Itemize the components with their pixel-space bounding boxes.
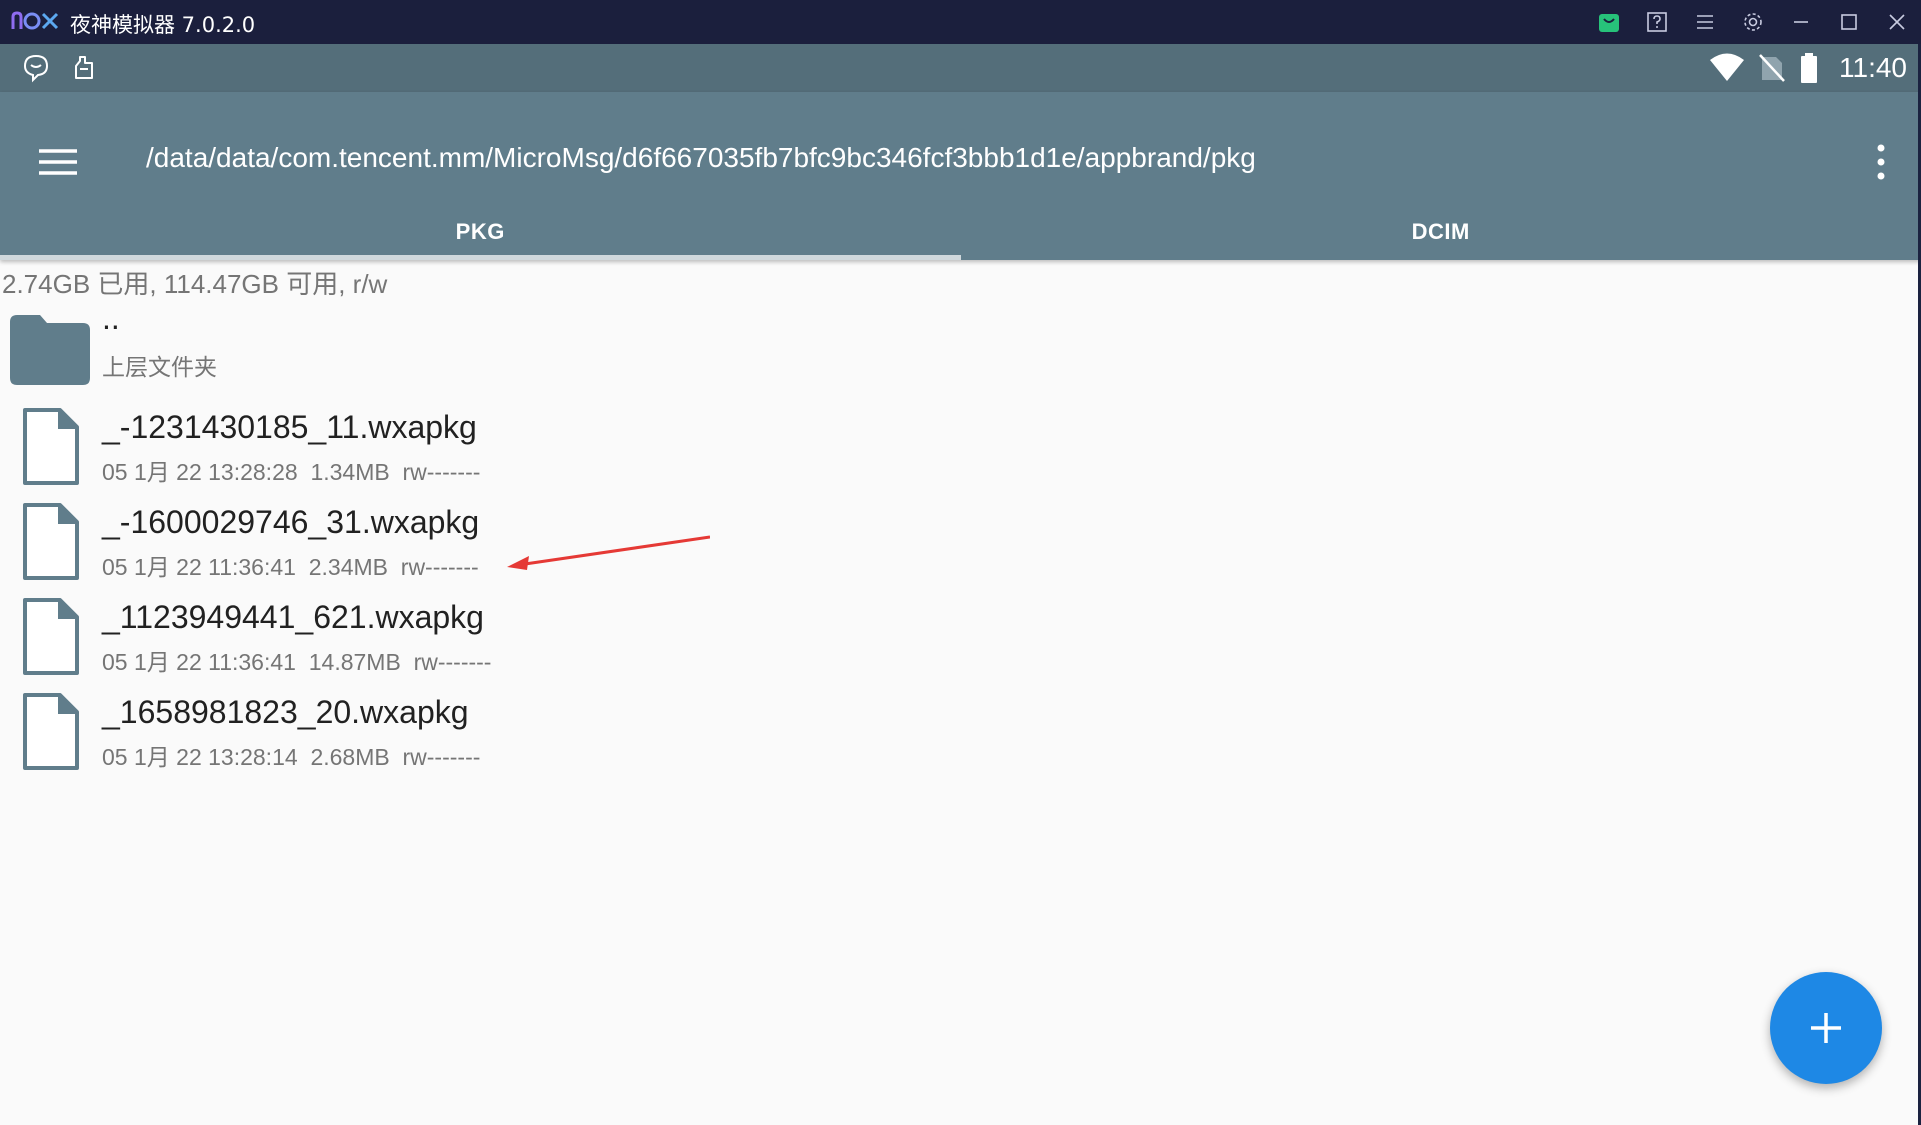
menu-icon[interactable] (1681, 0, 1729, 44)
titlebar-controls (1585, 0, 1921, 44)
file-icon (23, 693, 79, 770)
close-icon[interactable] (1873, 0, 1921, 44)
minimize-icon[interactable] (1777, 0, 1825, 44)
android-statusbar: 11:40 (0, 44, 1921, 92)
tab-bar: PKG DCIM (0, 204, 1921, 260)
battery-icon (1801, 53, 1817, 83)
parent-folder-row[interactable]: .. 上层文件夹 (0, 300, 1921, 401)
folder-icon (10, 315, 90, 385)
file-row[interactable]: _1123949441_621.wxapkg 05 1月 22 11:36:41… (0, 591, 1921, 686)
file-meta: 05 1月 22 13:28:14 2.68MB rw------- (102, 738, 480, 772)
hand-icon (75, 56, 93, 79)
more-vert-icon (1877, 144, 1885, 180)
red-arrow-annotation (507, 535, 710, 570)
file-name: _1123949441_621.wxapkg (102, 599, 484, 635)
help-icon[interactable] (1633, 0, 1681, 44)
file-date: 05 1月 22 11:36:41 (102, 649, 296, 675)
chat-bubble-icon (23, 54, 49, 83)
parent-folder-label: 上层文件夹 (102, 354, 217, 380)
parent-folder-name: .. (102, 300, 120, 336)
emulator-titlebar: 夜神模拟器 7.0.2.0 (0, 0, 1921, 44)
file-meta: 05 1月 22 13:28:28 1.34MB rw------- (102, 453, 480, 487)
file-size: 14.87MB (308, 649, 401, 675)
file-meta: 05 1月 22 11:36:41 2.34MB rw------- (102, 548, 479, 582)
add-fab-button[interactable] (1770, 972, 1882, 1084)
file-icon (23, 598, 79, 675)
file-date: 05 1月 22 13:28:28 (102, 459, 298, 485)
plus-icon (1811, 1013, 1841, 1043)
file-permissions: rw------- (402, 744, 481, 770)
file-date: 05 1月 22 11:36:41 (102, 554, 296, 580)
nox-logo-icon (11, 11, 59, 30)
file-list: .. 上层文件夹 _-1231430185_11.wxapkg 05 1月 22… (0, 300, 1921, 781)
storage-info: 2.74GB 已用, 114.47GB 可用, r/w (2, 269, 388, 299)
file-date: 05 1月 22 13:28:14 (102, 744, 298, 770)
app-toolbar: /data/data/com.tencent.mm/MicroMsg/d6f66… (0, 92, 1921, 260)
file-permissions: rw------- (413, 649, 492, 675)
file-size: 1.34MB (310, 459, 390, 485)
no-sim-icon (1759, 54, 1785, 82)
emulator-title: 夜神模拟器 7.0.2.0 (70, 13, 256, 37)
hamburger-menu-button[interactable] (28, 132, 88, 192)
file-meta: 05 1月 22 11:36:41 14.87MB rw------- (102, 643, 491, 677)
file-size: 2.34MB (308, 554, 388, 580)
current-path: /data/data/com.tencent.mm/MicroMsg/d6f66… (146, 142, 1256, 173)
settings-icon[interactable] (1729, 0, 1777, 44)
file-name: _-1600029746_31.wxapkg (102, 504, 480, 540)
file-icon (23, 503, 79, 580)
android-screen: 11:40 /data/data/com.tencent.mm/MicroMsg… (0, 44, 1921, 1125)
file-row[interactable]: _1658981823_20.wxapkg 05 1月 22 13:28:14 … (0, 686, 1921, 781)
hamburger-icon (39, 149, 77, 175)
wifi-icon (1710, 53, 1744, 81)
file-name: _-1231430185_11.wxapkg (102, 409, 477, 445)
file-size: 2.68MB (310, 744, 390, 770)
file-row[interactable]: _-1231430185_11.wxapkg 05 1月 22 13:28:28… (0, 401, 1921, 496)
more-options-button[interactable] (1861, 132, 1901, 192)
tab-pkg[interactable]: PKG (0, 204, 961, 260)
file-row[interactable]: _-1600029746_31.wxapkg 05 1月 22 11:36:41… (0, 496, 1921, 591)
tab-dcim[interactable]: DCIM (961, 204, 1921, 260)
shop-icon[interactable] (1585, 0, 1633, 44)
file-permissions: rw------- (402, 459, 481, 485)
file-icon (23, 408, 79, 485)
file-name: _1658981823_20.wxapkg (102, 694, 469, 730)
status-clock: 11:40 (1839, 52, 1907, 83)
maximize-icon[interactable] (1825, 0, 1873, 44)
file-permissions: rw------- (400, 554, 479, 580)
